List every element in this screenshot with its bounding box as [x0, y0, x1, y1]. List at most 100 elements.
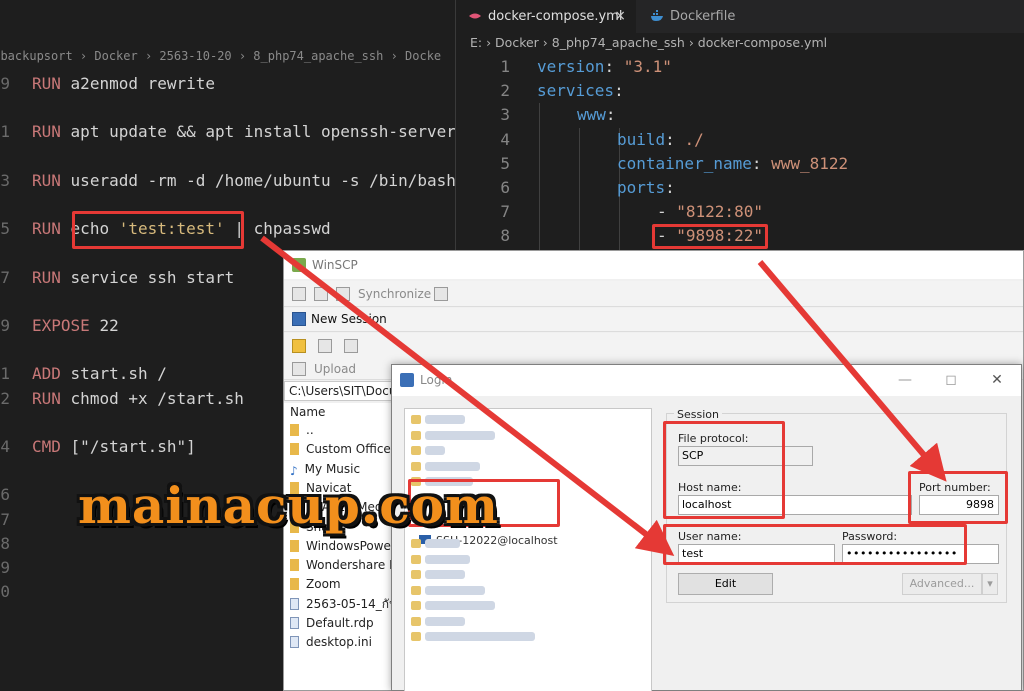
advanced-dropdown-icon[interactable]: ▾ [982, 573, 998, 595]
tab-dockerfile[interactable]: Dockerfile [638, 0, 768, 33]
highlight-port-number [908, 471, 1008, 524]
new-session-tab[interactable]: New Session [311, 312, 387, 326]
site-entry-redacted[interactable] [425, 415, 465, 424]
line-number: 6 [0, 485, 10, 505]
dockerfile-keyword: RUN [32, 267, 61, 287]
site-folder-icon [411, 601, 421, 610]
tab-docker-compose[interactable]: docker-compose.yml × [456, 0, 636, 33]
yaml-key: www [577, 105, 606, 125]
file-list-item[interactable]: Custom Office Te [290, 440, 402, 459]
line-number: 7 [500, 202, 510, 222]
file-list-item[interactable]: desktop.ini [290, 633, 372, 652]
advanced-button[interactable]: Advanced... [902, 573, 982, 595]
code-text: ADD start.sh / [32, 362, 167, 386]
file-name: Zoom [306, 577, 341, 592]
site-entry-redacted[interactable] [425, 632, 535, 641]
instruction-args: 22 [99, 316, 119, 335]
file-list-item[interactable]: .. [290, 421, 314, 440]
highlight-protocol-host [663, 421, 785, 519]
site-entry-redacted[interactable] [425, 461, 480, 471]
code-text: EXPOSE 22 [32, 314, 119, 338]
left-tab-bar [0, 0, 455, 44]
dockerfile-keyword: RUN [32, 122, 61, 142]
site-folder-icon [411, 632, 421, 641]
maximize-icon[interactable]: ◻ [928, 365, 974, 396]
highlight-echo-command [72, 211, 244, 249]
folder-icon [290, 443, 299, 456]
file-list-item[interactable]: WindowsPowerSh [290, 537, 402, 556]
compose-line[interactable]: 1 version: "3.1" [456, 55, 1024, 79]
line-number: 1 [0, 122, 10, 142]
yaml-value: "3.1" [623, 57, 672, 76]
remote-panel-icon[interactable] [314, 287, 328, 301]
compose-breadcrumb[interactable]: E: › Docker › 8_php74_apache_ssh › docke… [470, 35, 827, 53]
folder-icon [290, 559, 299, 572]
site-entry-redacted[interactable] [425, 539, 460, 548]
synchronize-button[interactable]: Synchronize [358, 287, 431, 301]
compare-icon[interactable] [336, 287, 350, 301]
instruction-args: start.sh / [70, 364, 167, 384]
site-entry-redacted[interactable] [425, 601, 495, 610]
compose-line[interactable]: 4 build: ./ [456, 128, 1024, 152]
line-number: 5 [0, 219, 10, 239]
close-icon[interactable]: ✕ [974, 365, 1020, 396]
docker-yml-icon [469, 13, 481, 19]
winscp-toolbar-2 [284, 333, 1023, 359]
site-entry-redacted[interactable] [425, 570, 465, 579]
file-list-item[interactable]: Default.rdp [290, 614, 374, 633]
login-app-icon [400, 373, 414, 387]
instruction-args: ["/start.sh"] [70, 437, 196, 456]
compose-line[interactable]: 7 - "8122:80" [456, 200, 1024, 224]
line-number: 6 [500, 178, 510, 197]
instruction-args: useradd -rm -d /home/ubuntu -s /bin/bash [70, 170, 455, 190]
nav-back-icon[interactable] [344, 339, 358, 353]
local-panel-icon[interactable] [292, 287, 306, 301]
close-tab-icon[interactable]: × [614, 0, 626, 33]
upload-button[interactable]: Upload [314, 362, 356, 376]
file-name: My Music [304, 461, 361, 476]
site-folder-icon [411, 585, 421, 595]
file-list-item[interactable]: Wondershare Fil [290, 556, 402, 575]
compose-line[interactable]: 3 www: [456, 103, 1024, 127]
winscp-toolbar-1: Synchronize [284, 281, 1023, 307]
site-entry-redacted[interactable] [425, 446, 445, 455]
yaml-text: build: ./ [617, 129, 704, 149]
console-icon[interactable] [434, 287, 448, 301]
yaml-value: www_8122 [771, 153, 849, 173]
line-number: 9 [0, 74, 10, 93]
file-list-item[interactable]: 2563-05-14_กันทรุ [290, 595, 402, 614]
file-list-item[interactable]: Zoom [290, 575, 341, 594]
docker-whale-icon [651, 10, 663, 21]
open-folder-icon[interactable] [292, 339, 306, 353]
upload-icon [292, 362, 306, 376]
yaml-text: ports: [617, 178, 675, 197]
line-number: 4 [0, 437, 10, 456]
login-titlebar: Login — ◻ ✕ [392, 365, 1021, 396]
file-name: Custom Office Te [306, 442, 402, 457]
file-name: 2563-05-14_กันทรุ [306, 596, 402, 611]
name-column-header[interactable]: Name [290, 405, 325, 419]
line-number: 1 [500, 57, 510, 76]
file-name: Default.rdp [306, 616, 374, 630]
yaml-key: services [537, 81, 615, 101]
line-number: 8 [0, 533, 10, 553]
local-path[interactable]: C:\Users\SIT\Docum [284, 381, 404, 401]
compose-line[interactable]: 2 services: [456, 79, 1024, 103]
site-folder-icon [411, 616, 421, 626]
compose-line[interactable]: 5 container_name: www_8122 [456, 152, 1024, 176]
site-folder-icon [411, 446, 421, 455]
left-breadcrumb[interactable]: mybackupsort › Docker › 2563-10-20 › 8_p… [0, 49, 441, 67]
code-text: RUN chmod +x /start.sh [32, 387, 244, 411]
site-entry-redacted[interactable] [425, 554, 470, 564]
compose-line[interactable]: 6 ports: [456, 176, 1024, 200]
line-number: 8 [500, 226, 510, 246]
filter-icon[interactable] [318, 339, 332, 353]
minimize-icon[interactable]: — [882, 365, 928, 396]
site-entry-redacted[interactable] [425, 430, 495, 440]
site-entry-redacted[interactable] [425, 616, 465, 626]
site-entry-redacted[interactable] [425, 585, 485, 595]
local-file-list[interactable]: Name .. Custom Office Te ♪ My Music Navicat R… [284, 403, 402, 690]
edit-button[interactable]: Edit [678, 573, 773, 595]
site-tree[interactable]: SSH-12022@localhost [404, 408, 652, 691]
file-name: desktop.ini [306, 635, 372, 650]
